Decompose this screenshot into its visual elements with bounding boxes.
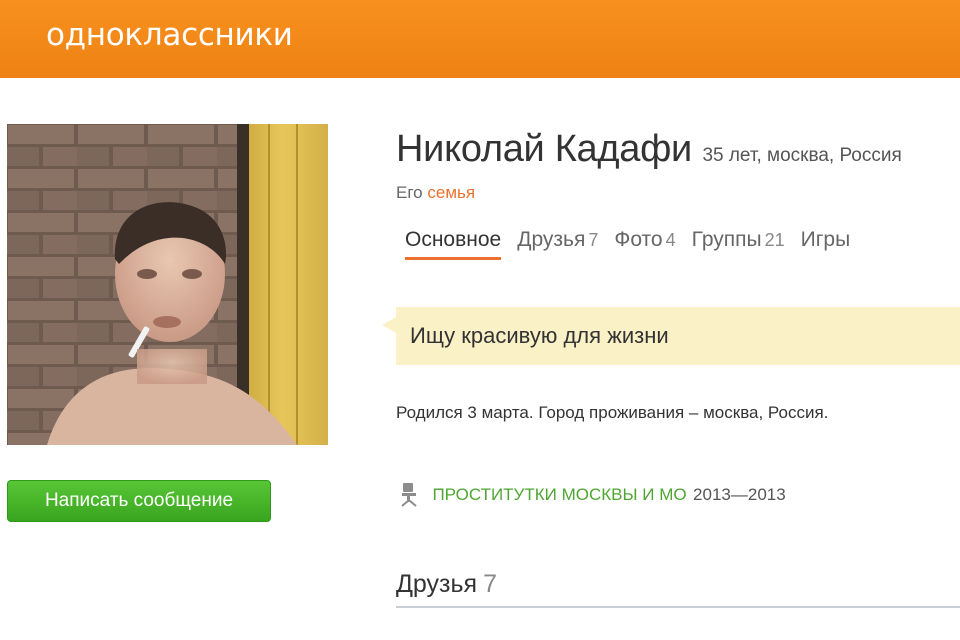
friends-section-title[interactable]: Друзья 7 [396,570,497,599]
profile-name: Николай Кадафи [396,128,692,170]
top-header: одноклассники [0,0,960,78]
education-link[interactable]: ПРОСТИТУТКИ МОСКВЫ И МО [432,485,686,504]
tab-games[interactable]: Игры [801,228,851,260]
tab-groups-count: 21 [764,230,785,250]
family-prefix: Его [396,183,423,202]
avatar-image [7,124,328,445]
friends-count: 7 [483,570,497,598]
profile-title: Николай Кадафи 35 лет, москва, Россия [396,128,902,171]
education-row: ПРОСТИТУТКИ МОСКВЫ И МО 2013—2013 [400,482,786,508]
family-line: Его семья [396,183,475,203]
education-years: 2013—2013 [693,485,786,504]
family-link[interactable]: семья [427,183,475,202]
tab-friends-count: 7 [588,230,599,250]
tab-photos[interactable]: Фото 4 [614,228,675,260]
section-divider [396,606,960,608]
send-message-button[interactable]: Написать сообщение [7,480,271,522]
birth-info: Родился 3 марта. Город проживания – моск… [396,403,829,422]
tab-photos-count: 4 [665,230,676,250]
status-text: Ищу красивую для жизни [410,323,669,348]
tab-main[interactable]: Основное [405,228,502,260]
site-logo[interactable]: одноклассники [46,17,293,53]
tab-friends[interactable]: Друзья 7 [517,228,598,260]
profile-avatar-photo[interactable] [7,124,328,445]
profile-meta: 35 лет, москва, Россия [702,145,902,166]
tab-groups[interactable]: Группы 21 [692,228,785,260]
school-chair-icon [401,483,417,507]
status-banner: Ищу красивую для жизни [382,307,960,365]
profile-tabs: Основное Друзья 7 Фото 4 Группы 21 Игры [405,228,866,260]
